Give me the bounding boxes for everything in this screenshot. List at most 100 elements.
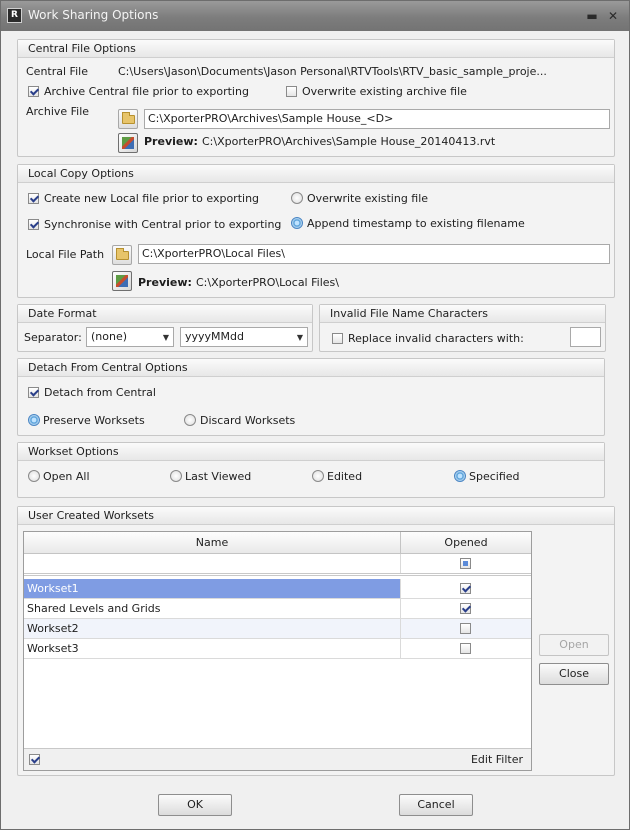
workset-edited-radio[interactable]	[312, 470, 324, 482]
workset-open-all-radio[interactable]	[28, 470, 40, 482]
detach-options-header: Detach From Central Options	[18, 359, 604, 377]
local-preview-label: Preview:	[138, 276, 192, 289]
workset-opened-checkbox[interactable]	[460, 643, 471, 654]
synchronise-central-label[interactable]: Synchronise with Central prior to export…	[44, 218, 281, 231]
archive-browse-button[interactable]	[118, 109, 138, 129]
workset-last-viewed-radio[interactable]	[170, 470, 182, 482]
overwrite-existing-label[interactable]: Overwrite existing file	[307, 192, 428, 205]
central-file-options-header: Central File Options	[18, 40, 614, 58]
filter-opened-checkbox[interactable]	[460, 558, 471, 569]
table-row[interactable]: Shared Levels and Grids	[24, 599, 531, 619]
edit-filter-link[interactable]: Edit Filter	[471, 753, 523, 766]
replace-invalid-checkbox[interactable]	[332, 333, 343, 344]
ok-button[interactable]: OK	[158, 794, 232, 816]
workset-edited-label[interactable]: Edited	[327, 470, 362, 483]
discard-worksets-radio[interactable]	[184, 414, 196, 426]
separator-label: Separator:	[24, 331, 82, 344]
close-icon[interactable]: ✕	[606, 9, 620, 23]
local-path-browse-button[interactable]	[112, 245, 132, 265]
worksets-table: Name Opened Workset1 Shared Levels and G…	[23, 531, 532, 771]
create-local-checkbox[interactable]	[28, 193, 39, 204]
workset-opened-cell	[401, 599, 531, 618]
invalid-characters-header: Invalid File Name Characters	[320, 305, 605, 323]
workset-opened-checkbox[interactable]	[460, 603, 471, 614]
preserve-worksets-label[interactable]: Preserve Worksets	[43, 414, 145, 427]
filter-opened-cell	[401, 554, 531, 573]
filter-name-cell[interactable]	[24, 554, 401, 573]
discard-worksets-label[interactable]: Discard Worksets	[200, 414, 295, 427]
title-bar[interactable]: R Work Sharing Options ▬ ✕	[1, 1, 629, 31]
workset-opened-cell	[401, 639, 531, 658]
local-file-path-label: Local File Path	[26, 248, 105, 261]
date-format-group: Date Format Separator: (none) ▼ yyyyMMdd…	[17, 304, 313, 352]
cancel-button[interactable]: Cancel	[399, 794, 473, 816]
workset-opened-checkbox[interactable]	[460, 623, 471, 634]
revit-app-icon: R	[7, 8, 22, 23]
archive-central-label[interactable]: Archive Central file prior to exporting	[44, 85, 249, 98]
archive-file-label: Archive File	[26, 105, 90, 118]
central-file-label: Central File	[26, 65, 88, 78]
table-footer: Edit Filter	[24, 748, 531, 770]
create-local-label[interactable]: Create new Local file prior to exporting	[44, 192, 259, 205]
table-row[interactable]: Workset3	[24, 639, 531, 659]
overwrite-existing-radio[interactable]	[291, 192, 303, 204]
table-row[interactable]: Workset1	[24, 579, 531, 599]
window-title: Work Sharing Options	[28, 8, 159, 22]
synchronise-central-checkbox[interactable]	[28, 219, 39, 230]
user-worksets-header: User Created Worksets	[18, 507, 614, 525]
replace-character-input[interactable]	[570, 327, 601, 347]
detach-from-central-label[interactable]: Detach from Central	[44, 386, 156, 399]
workset-name-cell[interactable]: Workset2	[24, 619, 401, 638]
invalid-characters-group: Invalid File Name Characters Replace inv…	[319, 304, 606, 352]
table-row[interactable]: Workset2	[24, 619, 531, 639]
workset-name-cell[interactable]: Shared Levels and Grids	[24, 599, 401, 618]
filter-enabled-checkbox[interactable]	[29, 754, 40, 765]
minimize-icon[interactable]: ▬	[585, 9, 599, 23]
local-file-path-input[interactable]: C:\XporterPRO\Local Files\	[138, 244, 610, 264]
overwrite-archive-label[interactable]: Overwrite existing archive file	[302, 85, 467, 98]
archive-file-input[interactable]: C:\XporterPRO\Archives\Sample House_<D>	[144, 109, 610, 129]
detach-options-group: Detach From Central Options Detach from …	[17, 358, 605, 436]
replace-invalid-label[interactable]: Replace invalid characters with:	[348, 332, 524, 345]
separator-select[interactable]: (none) ▼	[86, 327, 174, 347]
chevron-down-icon: ▼	[296, 333, 303, 342]
archive-preview-label: Preview:	[144, 135, 198, 148]
local-preview-value: C:\XporterPRO\Local Files\	[196, 276, 339, 289]
local-copy-options-header: Local Copy Options	[18, 165, 614, 183]
local-copy-options-group: Local Copy Options Create new Local file…	[17, 164, 615, 298]
preserve-worksets-radio[interactable]	[28, 414, 40, 426]
central-file-options-group: Central File Options Central File C:\Use…	[17, 39, 615, 157]
close-button[interactable]: Close	[539, 663, 609, 685]
workset-opened-cell	[401, 619, 531, 638]
open-button[interactable]: Open	[539, 634, 609, 656]
workset-specified-radio[interactable]	[454, 470, 466, 482]
workset-options-group: Workset Options Open All Last Viewed Edi…	[17, 442, 605, 498]
preview-icon	[116, 275, 128, 287]
user-worksets-group: User Created Worksets Name Opened Workse…	[17, 506, 615, 776]
workset-name-cell[interactable]: Workset3	[24, 639, 401, 658]
chevron-down-icon: ▼	[162, 333, 169, 342]
workset-specified-label[interactable]: Specified	[469, 470, 520, 483]
workset-opened-checkbox[interactable]	[460, 583, 471, 594]
folder-icon	[116, 248, 129, 260]
detach-from-central-checkbox[interactable]	[28, 387, 39, 398]
workset-name-cell[interactable]: Workset1	[24, 579, 401, 598]
preview-icon	[122, 137, 134, 149]
append-timestamp-radio[interactable]	[291, 217, 303, 229]
archive-preview-button[interactable]	[118, 133, 138, 153]
overwrite-archive-checkbox[interactable]	[286, 86, 297, 97]
archive-central-checkbox[interactable]	[28, 86, 39, 97]
column-header-name[interactable]: Name	[24, 532, 401, 554]
date-format-select[interactable]: yyyyMMdd ▼	[180, 327, 308, 347]
filter-row	[24, 554, 531, 576]
column-header-opened[interactable]: Opened	[401, 532, 531, 554]
folder-icon	[122, 112, 135, 124]
central-file-path: C:\Users\Jason\Documents\Jason Personal\…	[118, 65, 547, 78]
workset-options-header: Workset Options	[18, 443, 604, 461]
workset-last-viewed-label[interactable]: Last Viewed	[185, 470, 251, 483]
workset-open-all-label[interactable]: Open All	[43, 470, 90, 483]
append-timestamp-label[interactable]: Append timestamp to existing filename	[307, 217, 525, 230]
date-format-value: yyyyMMdd	[185, 330, 244, 343]
local-preview-button[interactable]	[112, 271, 132, 291]
archive-preview-value: C:\XporterPRO\Archives\Sample House_2014…	[202, 135, 496, 148]
